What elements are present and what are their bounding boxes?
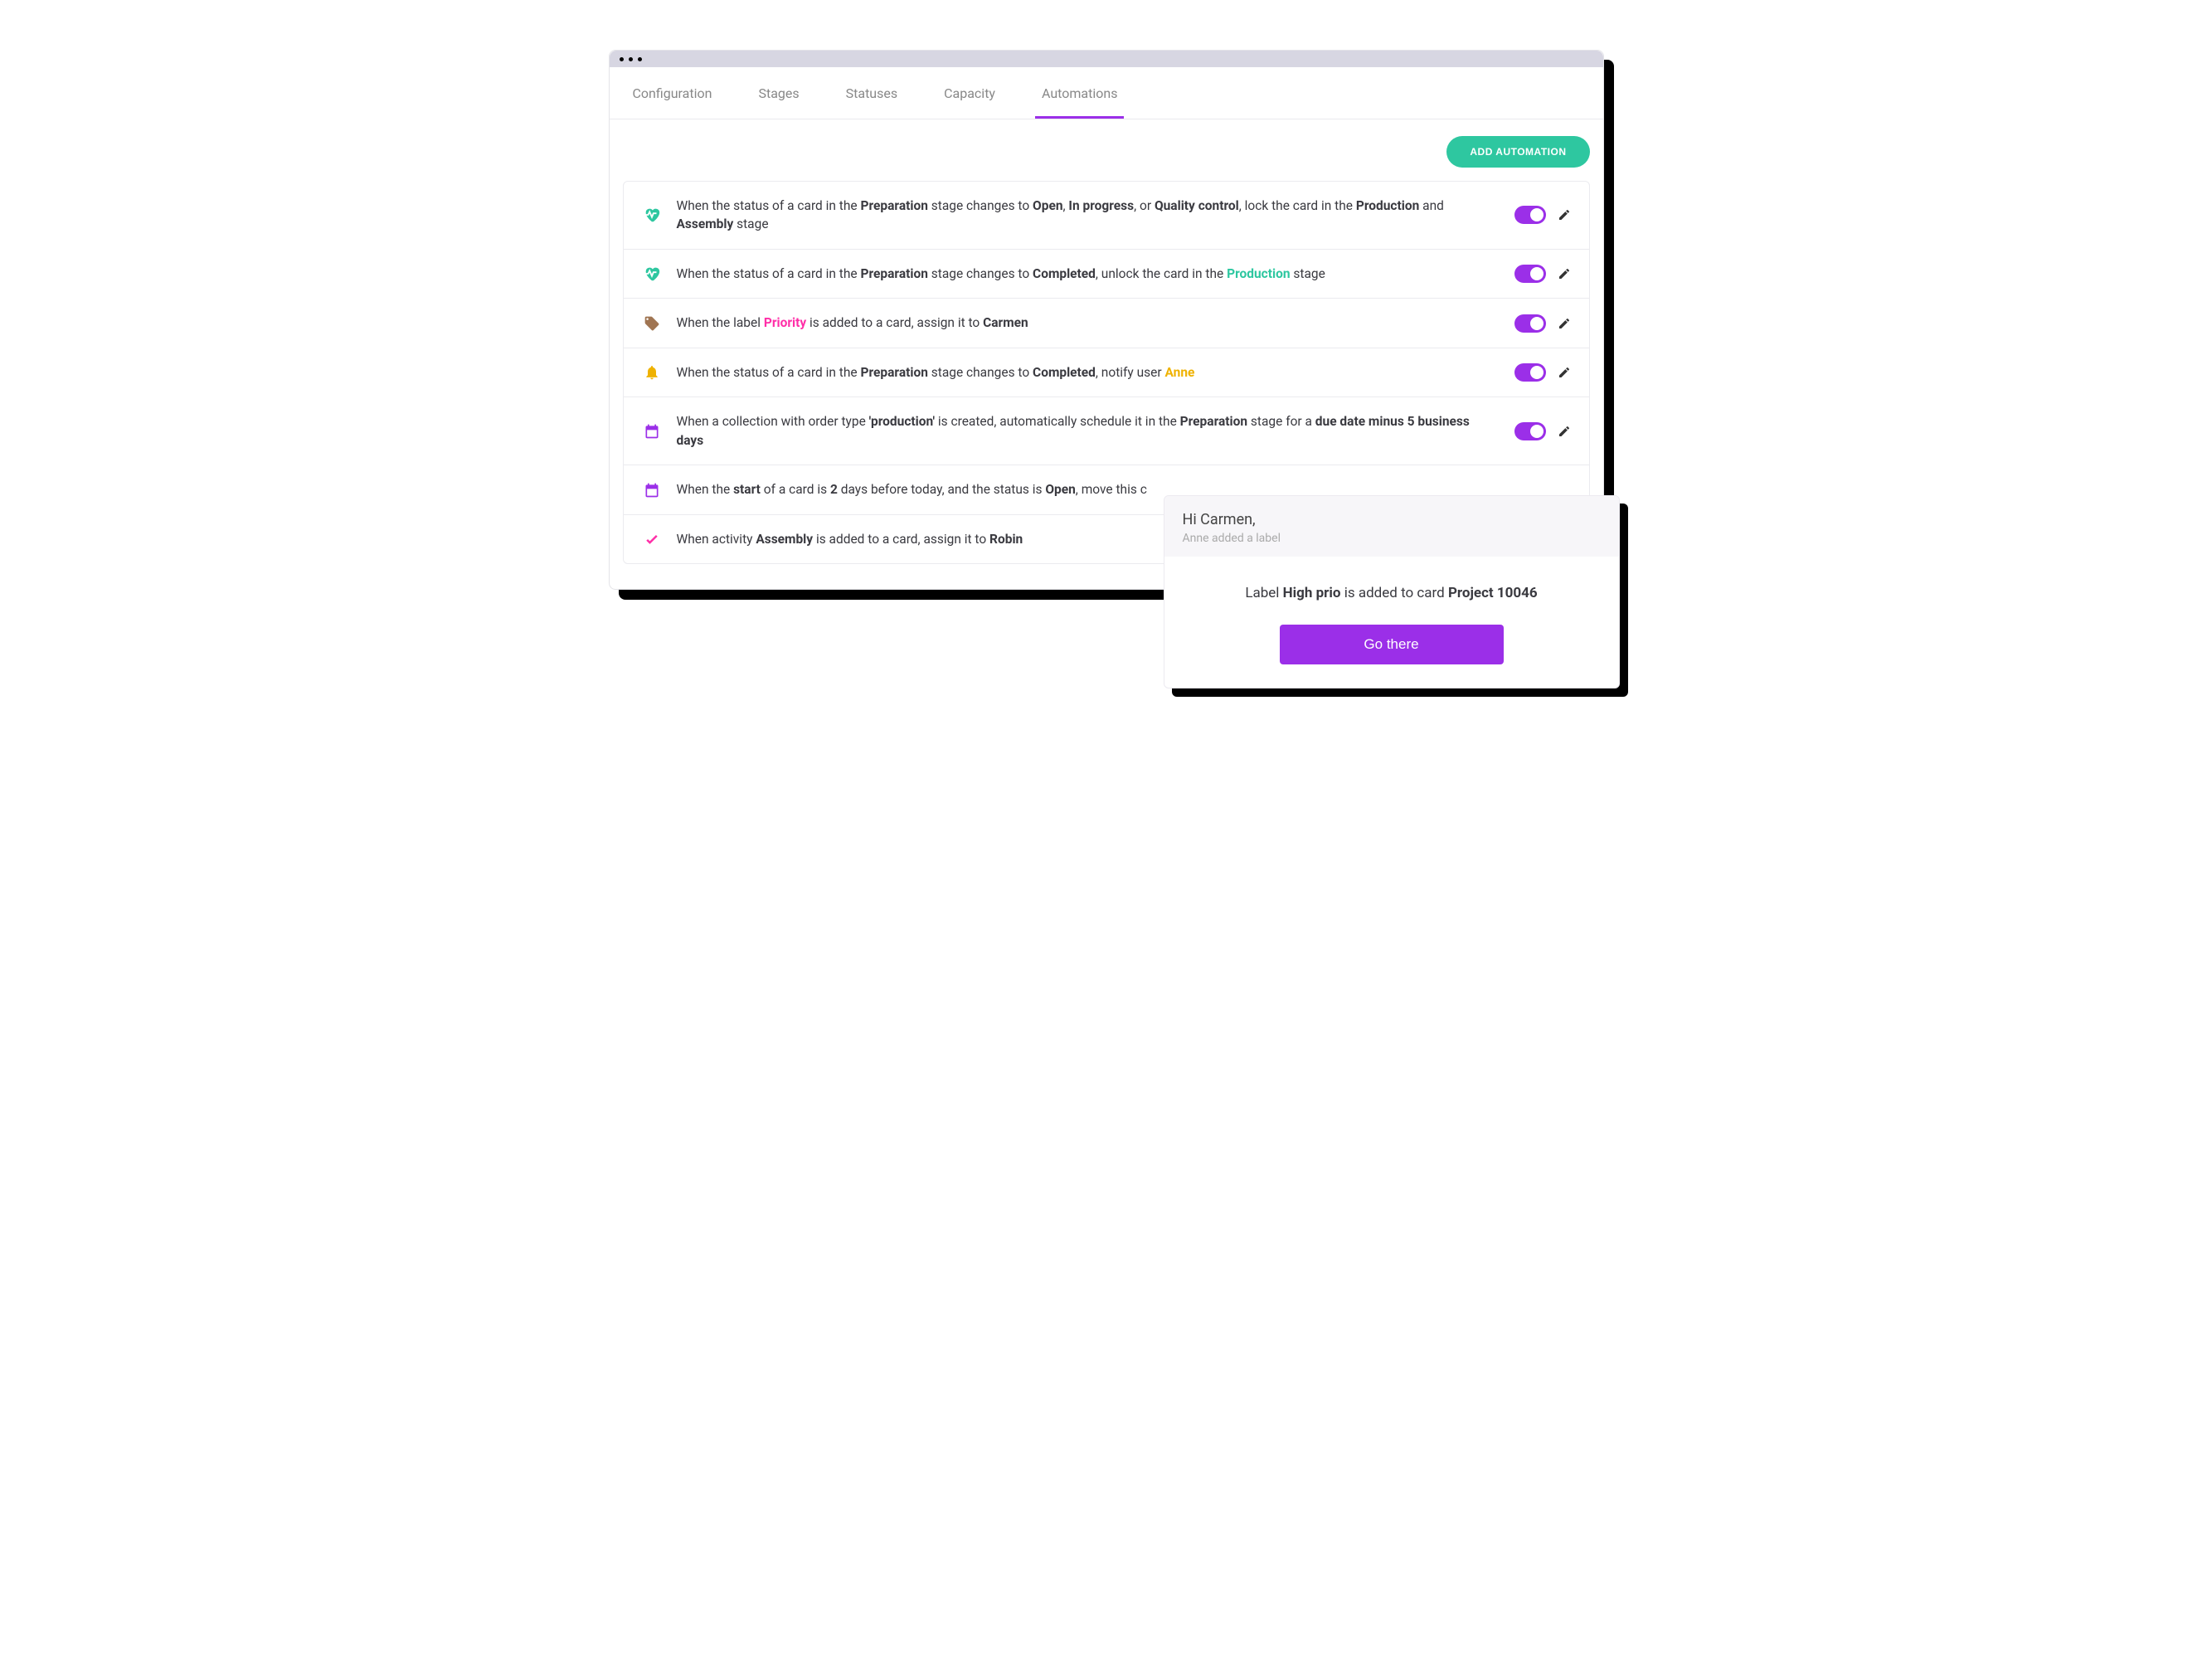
add-automation-button[interactable]: ADD AUTOMATION <box>1446 136 1589 168</box>
tab-automations[interactable]: Automations <box>1035 67 1124 119</box>
window-dot <box>620 57 624 61</box>
edit-icon[interactable] <box>1558 425 1571 438</box>
automation-row: When the label Priority is added to a ca… <box>624 299 1589 348</box>
row-actions <box>1514 363 1571 382</box>
edit-icon[interactable] <box>1558 366 1571 379</box>
popup-subtitle: Anne added a label <box>1183 532 1601 545</box>
toggle-switch[interactable] <box>1514 314 1546 333</box>
heartbeat-icon <box>642 206 662 224</box>
edit-icon[interactable] <box>1558 317 1571 330</box>
edit-icon[interactable] <box>1558 208 1571 221</box>
automation-row: When a collection with order type 'produ… <box>624 397 1589 465</box>
toolbar: ADD AUTOMATION <box>623 136 1590 168</box>
calendar-icon <box>642 482 662 499</box>
tab-bar: Configuration Stages Statuses Capacity A… <box>610 67 1603 119</box>
row-actions <box>1514 206 1571 224</box>
row-actions <box>1514 314 1571 333</box>
toggle-switch[interactable] <box>1514 422 1546 440</box>
popup-body: Label High prio is added to card Project… <box>1164 557 1619 688</box>
heartbeat-icon <box>642 265 662 283</box>
tab-statuses[interactable]: Statuses <box>839 67 905 119</box>
automation-row: When the status of a card in the Prepara… <box>624 250 1589 299</box>
calendar-icon <box>642 423 662 440</box>
edit-icon[interactable] <box>1558 267 1571 280</box>
popup-header: Hi Carmen, Anne added a label <box>1164 496 1619 557</box>
toggle-switch[interactable] <box>1514 265 1546 283</box>
window-dot <box>629 57 633 61</box>
automation-description: When the status of a card in the Prepara… <box>677 363 1500 382</box>
row-actions <box>1514 422 1571 440</box>
automation-description: When the status of a card in the Prepara… <box>677 265 1500 283</box>
automation-description: When a collection with order type 'produ… <box>677 412 1500 450</box>
popup-message: Label High prio is added to card Project… <box>1181 585 1602 601</box>
window-dot <box>638 57 642 61</box>
bell-icon <box>642 364 662 381</box>
tag-icon <box>642 315 662 332</box>
toggle-switch[interactable] <box>1514 206 1546 224</box>
tab-capacity[interactable]: Capacity <box>937 67 1002 119</box>
check-icon <box>642 531 662 547</box>
go-there-button[interactable]: Go there <box>1280 625 1504 664</box>
automation-row: When the status of a card in the Prepara… <box>624 182 1589 250</box>
notification-popup: Hi Carmen, Anne added a label Label High… <box>1164 495 1620 688</box>
automation-description: When the label Priority is added to a ca… <box>677 314 1500 332</box>
window-titlebar <box>610 51 1603 67</box>
automation-row: When the status of a card in the Prepara… <box>624 348 1589 397</box>
app-window: Configuration Stages Statuses Capacity A… <box>609 50 1604 590</box>
popup-greeting: Hi Carmen, <box>1183 511 1601 528</box>
toggle-switch[interactable] <box>1514 363 1546 382</box>
row-actions <box>1514 265 1571 283</box>
automation-description: When the status of a card in the Prepara… <box>677 197 1500 234</box>
tab-configuration[interactable]: Configuration <box>626 67 719 119</box>
tab-stages[interactable]: Stages <box>751 67 805 119</box>
